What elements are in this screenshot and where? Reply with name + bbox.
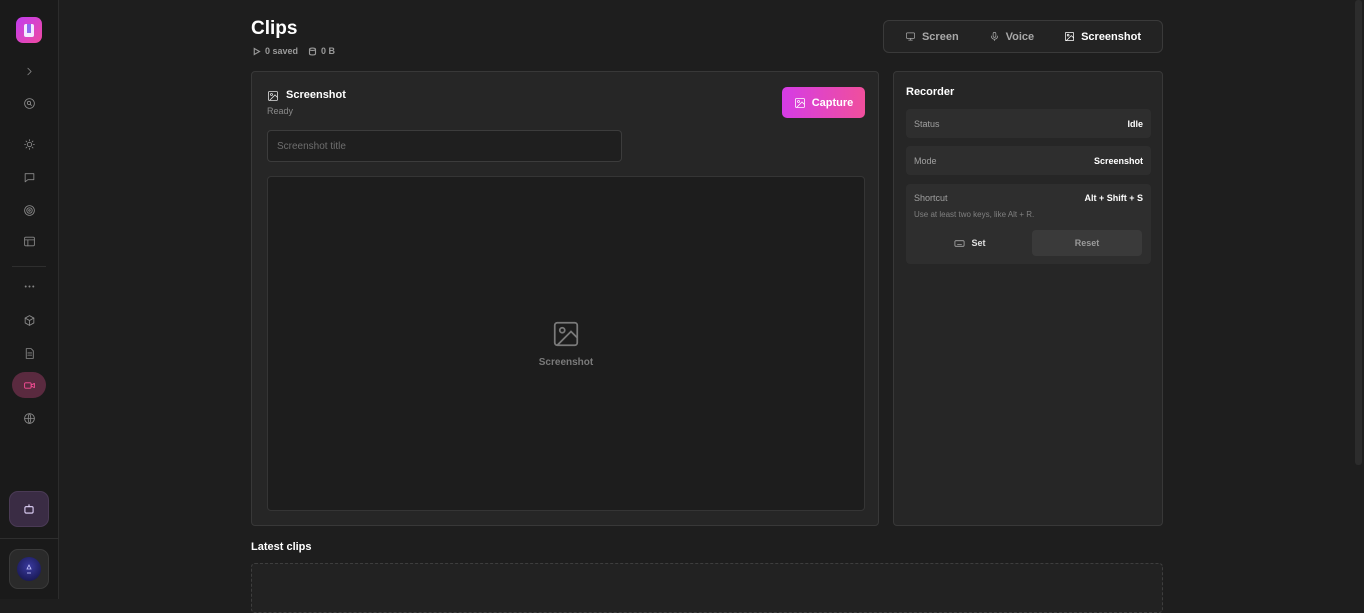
scrollbar[interactable] [1354,0,1364,465]
app-logo[interactable] [16,17,42,43]
database-icon [308,46,317,56]
reset-shortcut-button[interactable]: Reset [1032,230,1142,256]
shortcut-label: Shortcut [914,193,948,203]
shortcut-help: Use at least two keys, like Alt + R. [914,210,1035,219]
tab-screen-label: Screen [921,30,959,43]
sun-icon[interactable] [12,131,46,157]
saved-count: 0 saved [252,46,298,56]
search-icon[interactable] [12,90,46,116]
capture-button-label: Capture [811,96,854,109]
capture-mode-tabs: Screen Voice Screenshot [883,20,1163,53]
screenshot-panel: Screenshot Ready Capture Screenshot [251,71,879,526]
box-icon[interactable] [12,307,46,333]
saved-count-label: 0 saved [265,46,299,56]
screenshot-preview: Screenshot [267,176,865,511]
mode-row: Mode Screenshot [906,146,1151,175]
page-title: Clips [251,18,298,39]
scrollbar-thumb[interactable] [1355,0,1362,465]
status-value: Idle [1127,118,1143,129]
tab-screenshot[interactable]: Screenshot [1064,31,1141,43]
storage-size-label: 0 B [321,46,336,56]
tab-voice[interactable]: Voice [989,30,1035,43]
sidebar-divider [0,538,59,539]
image-icon [1065,32,1075,41]
latest-clips-list [251,563,1163,613]
shortcut-section: Shortcut Alt + Shift + S Use at least tw… [906,184,1151,264]
panel-status: Ready [267,106,294,116]
set-label: Set [971,238,986,248]
storage-size: 0 B [308,46,335,56]
sidebar [0,0,59,599]
chat-icon[interactable] [12,164,46,190]
avatar[interactable] [9,549,49,589]
reset-label: Reset [1074,238,1100,248]
keyboard-icon [955,239,965,247]
shortcut-value: Alt + Shift + S [1084,193,1143,203]
status-row: Status Idle [906,109,1151,138]
image-placeholder-icon [553,321,579,347]
latest-clips-title: Latest clips [251,541,312,553]
tab-screenshot-label: Screenshot [1081,30,1141,43]
clip-stats: 0 saved 0 B [252,46,335,56]
globe-icon[interactable] [12,405,46,431]
status-label: Status [914,118,940,129]
screenshot-title-input[interactable] [267,130,622,162]
sidebar-divider [12,266,46,267]
assistant-bot-button[interactable] [9,491,49,527]
video-camera-icon[interactable] [12,372,46,398]
monitor-icon [905,32,915,41]
panel-title: Screenshot [286,89,346,101]
document-icon[interactable] [12,340,46,366]
mode-label: Mode [914,155,937,166]
capture-button[interactable]: Capture [782,87,865,118]
set-shortcut-button[interactable]: Set [915,230,1025,256]
mode-value: Screenshot [1093,155,1143,166]
image-icon [267,89,279,101]
recorder-title: Recorder [906,86,955,98]
tab-voice-label: Voice [1005,30,1035,43]
play-icon [253,47,261,55]
expand-sidebar-icon[interactable] [12,58,46,84]
tab-screen[interactable]: Screen [905,31,959,43]
mic-icon [990,32,998,41]
more-icon[interactable] [12,273,46,299]
image-icon [794,97,805,108]
recorder-panel: Recorder Status Idle Mode Screenshot Sho… [893,71,1163,526]
preview-label: Screenshot [538,357,594,368]
target-icon[interactable] [12,197,46,223]
layout-icon[interactable] [12,228,46,254]
